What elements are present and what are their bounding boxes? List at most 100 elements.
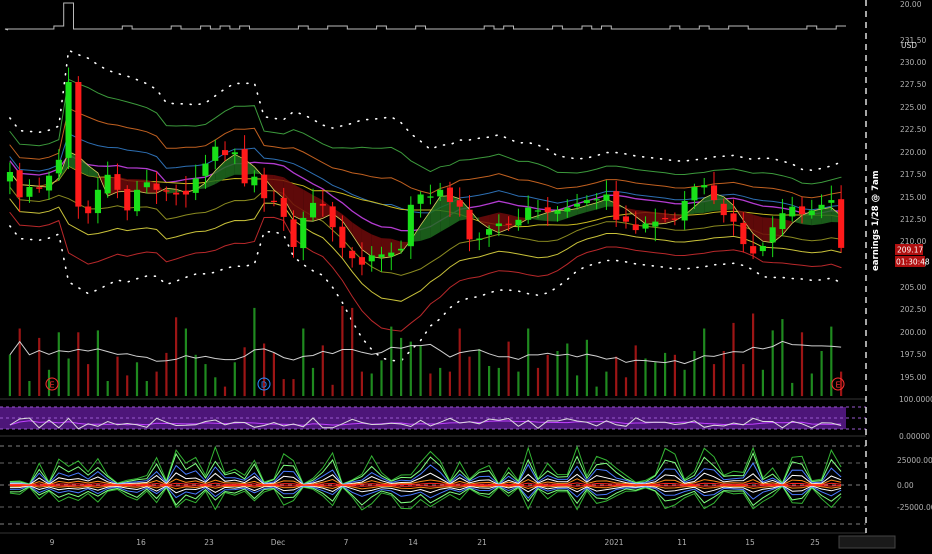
- volume-bar: [771, 330, 774, 396]
- price-axis-label: 20.00: [900, 0, 922, 9]
- candle-body: [241, 149, 248, 184]
- candle-body: [192, 178, 199, 193]
- volume-bar: [38, 337, 41, 396]
- volume-bar: [712, 364, 716, 396]
- candle-body: [750, 246, 757, 254]
- candle-body: [222, 150, 229, 156]
- candle-body: [26, 187, 33, 197]
- candle-body: [701, 185, 708, 188]
- candle-body: [261, 174, 268, 199]
- candle-body: [671, 218, 678, 220]
- candle-body: [593, 199, 600, 201]
- candle-body: [251, 176, 258, 186]
- volume-bar: [96, 330, 99, 396]
- volume-bar: [77, 332, 80, 397]
- x-axis-label: 9: [50, 538, 55, 547]
- candle-body: [691, 187, 698, 201]
- volume-bar: [781, 319, 784, 396]
- volume-bar: [517, 371, 520, 396]
- volume-bar: [683, 369, 686, 397]
- candle-body: [720, 203, 727, 216]
- volume-bar: [116, 356, 119, 396]
- candle-body: [681, 201, 688, 221]
- volume-bar: [214, 377, 217, 397]
- volume-bar: [664, 352, 667, 396]
- candle-body: [388, 252, 395, 257]
- volume-bar: [390, 326, 393, 396]
- x-axis-label: 14: [408, 538, 418, 547]
- volume-bar: [87, 364, 90, 396]
- countdown-label: 01:30:48: [896, 258, 930, 267]
- candle-body: [622, 216, 629, 222]
- candle-body: [759, 246, 766, 252]
- volume-bar: [761, 369, 764, 397]
- volume-bar: [341, 306, 344, 396]
- volume-bar: [732, 322, 735, 396]
- volume-bar: [272, 352, 275, 396]
- price-axis-label: 225.00: [900, 103, 926, 112]
- volume-bar: [624, 377, 628, 397]
- volume-bar: [360, 371, 363, 396]
- osc-axis-label: 100.00000: [899, 395, 932, 404]
- candle-body: [652, 221, 659, 227]
- price-axis-label: 212.50: [900, 215, 926, 224]
- candle-body: [173, 192, 180, 195]
- earnings-annotation: earnings 1/28 @ 7am: [871, 170, 881, 271]
- x-axis-label: 15: [745, 538, 755, 547]
- candle-body: [662, 218, 669, 220]
- volume-bar: [204, 364, 207, 396]
- volume-bar: [67, 358, 70, 396]
- oscillator-panel: [0, 406, 866, 430]
- volume-bar: [429, 373, 432, 396]
- price-axis-label: 222.50: [900, 125, 926, 134]
- candle-body: [300, 217, 307, 249]
- volume-bar: [527, 328, 530, 396]
- lower-axis-label: 25000.00: [897, 456, 932, 465]
- price-axis-label: 217.50: [900, 170, 926, 179]
- price-axis-label: 202.50: [900, 305, 926, 314]
- volume-bar: [566, 343, 569, 396]
- candle-body: [466, 209, 473, 240]
- candle-body: [417, 194, 424, 204]
- candle-body: [212, 146, 219, 161]
- candle-body: [270, 200, 277, 202]
- x-axis-label: Dec: [271, 538, 286, 547]
- volume-bar: [448, 371, 451, 396]
- candle-body: [398, 248, 405, 251]
- volume-bar: [28, 381, 31, 396]
- candle-body: [818, 204, 825, 209]
- candle-body: [75, 82, 82, 207]
- candle-body: [779, 213, 786, 229]
- candle-body: [740, 222, 747, 245]
- volume-bar: [223, 386, 227, 396]
- candle-body: [583, 200, 590, 204]
- event-marker-label: E: [835, 381, 840, 390]
- candle-body: [632, 224, 639, 231]
- volume-bar: [419, 345, 422, 396]
- volume-bar: [810, 373, 813, 396]
- candle-body: [310, 202, 317, 218]
- candle-body: [182, 190, 189, 195]
- candle-body: [407, 204, 414, 247]
- price-axis-label: 230.00: [900, 58, 926, 67]
- candle-body: [534, 210, 541, 212]
- volume-bar: [468, 356, 471, 396]
- last-price-label: 209.17: [897, 246, 923, 255]
- candle-body: [486, 229, 493, 235]
- candle-body: [446, 187, 453, 202]
- volume-bar: [634, 345, 637, 396]
- volume-bar: [243, 347, 246, 397]
- candle-body: [94, 189, 101, 214]
- volume-bar: [800, 332, 804, 397]
- volume-bar: [106, 381, 109, 396]
- currency-label: USD: [901, 41, 917, 50]
- price-chart[interactable]: EDE 20.00231.50230.00227.50225.00222.502…: [0, 0, 932, 550]
- volume-bar: [18, 328, 21, 396]
- osc-axis-label: 0.00000: [899, 432, 930, 441]
- volume-bar: [380, 360, 383, 396]
- volume-bar: [693, 351, 696, 396]
- volume-bar: [8, 354, 11, 397]
- candle-body: [202, 163, 209, 176]
- candle-body: [769, 227, 776, 243]
- volume-bar: [400, 337, 403, 396]
